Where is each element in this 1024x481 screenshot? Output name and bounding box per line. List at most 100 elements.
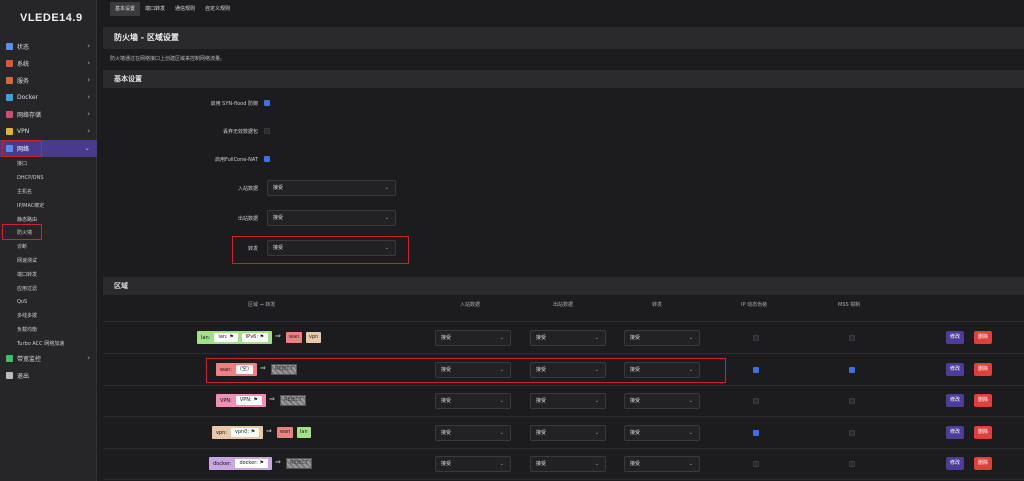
- row-divider: [103, 353, 1024, 354]
- sidebar-item-1[interactable]: 系统 ›: [0, 55, 97, 72]
- in-select[interactable]: 接受 ⌄: [435, 330, 511, 346]
- forward-target: lan: [297, 427, 311, 438]
- zone-name: lan:: [201, 334, 211, 341]
- masquerade-checkbox[interactable]: [753, 335, 759, 341]
- edit-button[interactable]: 修改: [946, 426, 964, 439]
- mss-clamp-checkbox[interactable]: [849, 367, 855, 373]
- zone-name: vpn:: [216, 429, 227, 436]
- chevron-down-icon: ⌄: [499, 398, 504, 404]
- fwd-select[interactable]: 接受 ⌄: [624, 330, 700, 346]
- forward-highlight: [232, 236, 409, 264]
- delete-button[interactable]: 删除: [974, 394, 992, 407]
- zone-name: VPN:: [220, 397, 232, 404]
- tab-1[interactable]: 端口转发: [140, 2, 170, 16]
- out-select[interactable]: 接受 ⌄: [530, 330, 606, 346]
- submenu-item-13[interactable]: Turbo ACC 网络加速: [0, 336, 97, 350]
- sidebar-item-3[interactable]: Docker ›: [0, 89, 97, 106]
- sidebar-bottom-item-0[interactable]: 带宽监控 ›: [0, 350, 97, 367]
- masquerade-checkbox[interactable]: [753, 398, 759, 404]
- fullcone-label: 启用FullCone-NAT: [215, 157, 258, 163]
- edit-button[interactable]: 修改: [946, 363, 964, 376]
- brand-logo: VLEDE14.9: [20, 12, 83, 24]
- submenu-item-11[interactable]: 多线多拨: [0, 309, 97, 323]
- sidebar-bottom-item-1[interactable]: 退出: [0, 367, 97, 384]
- sidebar-item-2[interactable]: 服务 ›: [0, 72, 97, 89]
- forward-target: wan: [277, 427, 294, 438]
- out-select-value: 接受: [536, 430, 547, 436]
- edit-button[interactable]: 修改: [946, 331, 964, 344]
- masquerade-checkbox[interactable]: [753, 430, 759, 436]
- delete-button[interactable]: 删除: [974, 363, 992, 376]
- sidebar-item-label: 服务: [17, 78, 30, 85]
- chevron-down-icon: ⌄: [384, 215, 389, 221]
- sidebar-item-label: VPN: [17, 128, 30, 135]
- mss-clamp-checkbox[interactable]: [849, 335, 855, 341]
- zone-label: vpn: vpn0: ⚑: [212, 426, 264, 439]
- sidebar: VLEDE14.9 状态 › 系统 › 服务 › Docker › 网络存储 › VPN › 网络 ⌄ 接口…: [0, 0, 97, 481]
- tab-bar: 基本设置 端口转发 通信规则 自定义规则: [110, 2, 235, 16]
- submenu-item-9[interactable]: 应用过滤: [0, 281, 97, 295]
- delete-button[interactable]: 删除: [974, 426, 992, 439]
- mss-clamp-checkbox[interactable]: [849, 461, 855, 467]
- in-select-value: 接受: [441, 461, 452, 467]
- sidebar-item-0[interactable]: 状态 ›: [0, 38, 97, 55]
- masquerade-checkbox[interactable]: [753, 367, 759, 373]
- chevron-right-icon: ›: [87, 354, 90, 363]
- reject-badge: REJECT: [286, 458, 312, 469]
- tab-0[interactable]: 基本设置: [110, 2, 141, 16]
- in-select-value: 接受: [441, 335, 452, 341]
- fwd-select[interactable]: 接受 ⌄: [624, 393, 700, 409]
- submenu-item-7[interactable]: 网速测试: [0, 254, 97, 268]
- sidebar-item-4[interactable]: 网络存储 ›: [0, 106, 97, 123]
- in-select[interactable]: 接受 ⌄: [435, 456, 511, 472]
- out-select[interactable]: 接受 ⌄: [530, 393, 606, 409]
- chevron-down-icon: ⌄: [594, 461, 599, 467]
- masquerade-checkbox[interactable]: [753, 461, 759, 467]
- in-select[interactable]: 接受 ⌄: [435, 425, 511, 441]
- zones-col-header: IP 动态伪装: [741, 302, 768, 308]
- out-select[interactable]: 接受 ⌄: [530, 425, 606, 441]
- zone-label: docker: docker: ⚑: [209, 457, 272, 470]
- input-label: 入站数据: [237, 186, 258, 192]
- submenu-item-1[interactable]: DHCP/DNS: [0, 171, 97, 185]
- zone-name: docker:: [213, 460, 232, 467]
- zone-label: VPN: VPN: ⚑: [216, 394, 266, 407]
- submenu-item-10[interactable]: QoS: [0, 295, 97, 309]
- input-select-value: 接受: [273, 185, 284, 191]
- mss-clamp-checkbox[interactable]: [849, 430, 855, 436]
- mss-clamp-checkbox[interactable]: [849, 398, 855, 404]
- input-select[interactable]: 接受 ⌄: [267, 180, 396, 196]
- zone-interface: IPv6: ⚑: [241, 333, 269, 342]
- delete-button[interactable]: 删除: [974, 331, 992, 344]
- submenu-item-8[interactable]: 端口转发: [0, 267, 97, 281]
- tab-2[interactable]: 通信规则: [170, 2, 200, 16]
- drop-invalid-checkbox[interactable]: [264, 128, 270, 134]
- fwd-select[interactable]: 接受 ⌄: [624, 425, 700, 441]
- chevron-down-icon: ⌄: [688, 398, 693, 404]
- synflood-checkbox[interactable]: [264, 100, 270, 106]
- reject-badge: REJECT: [280, 395, 306, 406]
- delete-button[interactable]: 删除: [974, 457, 992, 470]
- out-select[interactable]: 接受 ⌄: [530, 456, 606, 472]
- drop-invalid-label: 丢弃无效数据包: [222, 129, 258, 135]
- tab-3[interactable]: 自定义规则: [200, 2, 235, 16]
- submenu-item-3[interactable]: IP/MAC绑定: [0, 198, 97, 212]
- edit-button[interactable]: 修改: [946, 457, 964, 470]
- in-select[interactable]: 接受 ⌄: [435, 393, 511, 409]
- in-select-value: 接受: [441, 430, 452, 436]
- out-select-value: 接受: [536, 398, 547, 404]
- submenu-item-2[interactable]: 主机名: [0, 185, 97, 199]
- submenu-item-12[interactable]: 负载均衡: [0, 323, 97, 337]
- submenu-item-0[interactable]: 接口: [0, 157, 97, 171]
- edit-button[interactable]: 修改: [946, 394, 964, 407]
- menu-icon: [6, 43, 13, 50]
- chevron-right-icon: ›: [87, 59, 90, 67]
- submenu-item-6[interactable]: 诊断: [0, 240, 97, 254]
- fullcone-checkbox[interactable]: [264, 156, 270, 162]
- out-select-value: 接受: [536, 461, 547, 467]
- wan-row-highlight: [206, 358, 726, 383]
- sidebar-item-5[interactable]: VPN ›: [0, 123, 97, 140]
- arrow-icon: ⇒: [266, 427, 272, 435]
- output-select[interactable]: 接受 ⌄: [267, 210, 396, 226]
- fwd-select[interactable]: 接受 ⌄: [624, 456, 700, 472]
